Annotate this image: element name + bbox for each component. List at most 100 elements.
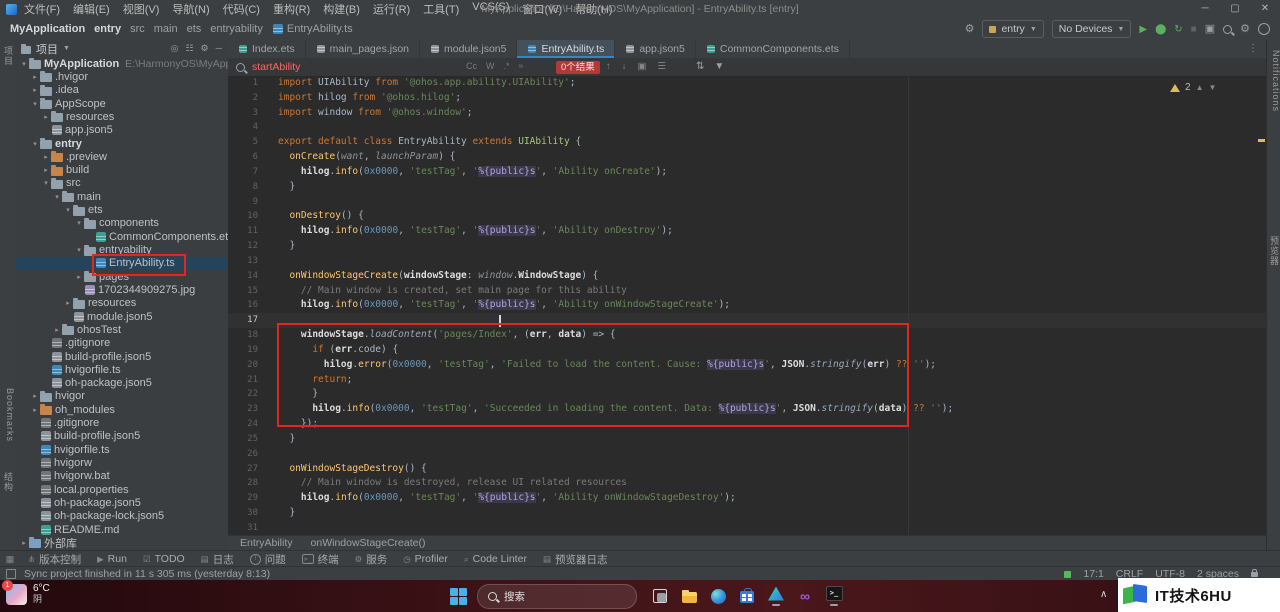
toolwindow-button-profiler[interactable]: ◷ Profiler bbox=[395, 553, 456, 565]
status-event-icon[interactable] bbox=[6, 569, 16, 579]
sort-icon[interactable]: ⇅ bbox=[696, 61, 704, 72]
panel-settings-gear-icon[interactable]: ⚙ bbox=[201, 43, 209, 54]
toolwindow-button-services[interactable]: ⚙ 服务 bbox=[347, 552, 396, 567]
locate-file-icon[interactable]: ◎ bbox=[171, 43, 179, 54]
caret-position[interactable]: 17:1 bbox=[1083, 568, 1103, 580]
tree-expand-arrow-icon[interactable]: ▾ bbox=[30, 100, 40, 108]
tree-item-module.json5[interactable]: module.json5 bbox=[15, 310, 228, 323]
code-view[interactable]: 1 import UIAbility from '@ohos.app.abilit… bbox=[228, 76, 1266, 536]
taskbar-app-terminal[interactable]: >_ bbox=[825, 583, 843, 609]
menu-item-E[interactable]: 编辑(E) bbox=[73, 1, 110, 17]
tree-expand-arrow-icon[interactable]: ▸ bbox=[41, 153, 51, 161]
tree-item-hvigorfile.ts[interactable]: hvigorfile.ts bbox=[15, 443, 228, 456]
tree-item-.idea[interactable]: ▸ .idea bbox=[15, 84, 228, 97]
inspections-widget[interactable]: 2 ▲ ▼ bbox=[1170, 82, 1216, 93]
account-avatar-icon[interactable] bbox=[1258, 23, 1270, 35]
code-line[interactable]: 7 hilog.info(0x0000, 'testTag', '%{publi… bbox=[228, 165, 1266, 180]
tree-item-src[interactable]: ▾ src bbox=[15, 177, 228, 190]
code-line[interactable]: 26 bbox=[228, 447, 1266, 462]
tree-item-build[interactable]: ▸ build bbox=[15, 164, 228, 177]
breadcrumb-EntryAbility.ts[interactable]: EntryAbility.ts bbox=[272, 23, 353, 35]
menu-item-B[interactable]: 构建(B) bbox=[323, 1, 360, 17]
tree-expand-arrow-icon[interactable]: ▸ bbox=[19, 539, 29, 547]
tree-expand-arrow-icon[interactable]: ▾ bbox=[41, 179, 51, 187]
taskbar-app-file-explorer[interactable] bbox=[680, 583, 698, 609]
tree-item-oh_modules[interactable]: ▸ oh_modules bbox=[15, 403, 228, 416]
tray-expand-chevron-icon[interactable]: ∧ bbox=[1100, 589, 1107, 600]
menu-item-N[interactable]: 导航(N) bbox=[172, 1, 209, 17]
sidebar-tab-project[interactable]: 项目 bbox=[0, 46, 15, 66]
minimize-button[interactable]: ─ bbox=[1190, 0, 1220, 18]
weather-widget[interactable]: 1 6°C 阴 bbox=[2, 579, 50, 605]
project-panel-title[interactable]: 项目 bbox=[36, 41, 58, 57]
code-line[interactable]: 10 onDestroy() { bbox=[228, 209, 1266, 224]
tree-item-resources[interactable]: ▸ resources bbox=[15, 110, 228, 123]
collapse-all-icon[interactable]: ☷ bbox=[185, 43, 193, 54]
sidebar-tab-previewer[interactable]: 预览器 bbox=[1267, 236, 1280, 266]
regex-icon[interactable]: .* bbox=[504, 61, 510, 71]
prev-warning-icon[interactable]: ▲ bbox=[1196, 83, 1204, 92]
tree-expand-arrow-icon[interactable]: ▾ bbox=[52, 193, 62, 201]
tree-expand-arrow-icon[interactable]: ▸ bbox=[30, 406, 40, 414]
tree-item-README.md[interactable]: README.md bbox=[15, 523, 228, 536]
code-line[interactable]: 19 if (err.code) { bbox=[228, 343, 1266, 358]
tree-expand-arrow-icon[interactable]: ▸ bbox=[41, 166, 51, 174]
tree-expand-arrow-icon[interactable]: ▾ bbox=[19, 60, 29, 68]
find-query[interactable]: startAbility bbox=[252, 61, 300, 73]
tree-item-oh-package.json5[interactable]: oh-package.json5 bbox=[15, 377, 228, 390]
tab-module.json5[interactable]: module.json5 bbox=[420, 40, 518, 58]
next-warning-icon[interactable]: ▼ bbox=[1208, 83, 1216, 92]
code-line[interactable]: 9 bbox=[228, 195, 1266, 210]
toolwindow-button-log[interactable]: ▤ 日志 bbox=[193, 552, 242, 567]
tree-item-hvigorw[interactable]: hvigorw bbox=[15, 456, 228, 469]
tree-item-.hvigor[interactable]: ▸ .hvigor bbox=[15, 70, 228, 83]
code-line[interactable]: 20 hilog.error(0x0000, 'testTag', 'Faile… bbox=[228, 358, 1266, 373]
start-button[interactable] bbox=[450, 587, 467, 605]
tree-item-hvigorfile.ts[interactable]: hvigorfile.ts bbox=[15, 363, 228, 376]
code-line[interactable]: 1 import UIAbility from '@ohos.app.abilit… bbox=[228, 76, 1266, 91]
code-line[interactable]: 4 bbox=[228, 120, 1266, 135]
tree-item-.gitignore[interactable]: .gitignore bbox=[15, 416, 228, 429]
match-case-icon[interactable]: Cc bbox=[466, 61, 477, 71]
next-occurrence-icon[interactable]: ↓ bbox=[622, 61, 627, 72]
code-line[interactable]: 6 onCreate(want, launchParam) { bbox=[228, 150, 1266, 165]
breadcrumb-MyApplication[interactable]: MyApplication bbox=[10, 23, 85, 35]
tree-item-1702344909275.jpg[interactable]: 1702344909275.jpg bbox=[15, 283, 228, 296]
taskbar-app-task-view[interactable] bbox=[651, 583, 669, 609]
code-line[interactable]: 5 export default class EntryAbility exten… bbox=[228, 135, 1266, 150]
highlight-icon[interactable]: ☰ bbox=[657, 61, 666, 72]
toolwindow-button-linter[interactable]: ⌕ Code Linter bbox=[456, 553, 535, 565]
editor-scrollbar[interactable] bbox=[1257, 76, 1266, 536]
tree-item-外部库[interactable]: ▸ 外部库 bbox=[15, 536, 228, 550]
tree-item-resources[interactable]: ▸ resources bbox=[15, 297, 228, 310]
tab-Index.ets[interactable]: Index.ets bbox=[228, 40, 306, 58]
toolwindow-button-previewer-log[interactable]: ▤ 预览器日志 bbox=[535, 552, 616, 567]
code-line[interactable]: 16 hilog.info(0x0000, 'testTag', '%{publ… bbox=[228, 298, 1266, 313]
breadcrumb-entry[interactable]: entry bbox=[94, 23, 121, 35]
coverage-run-button[interactable]: ↻ bbox=[1174, 24, 1182, 35]
tree-expand-arrow-icon[interactable]: ▸ bbox=[63, 299, 73, 307]
tree-item-main[interactable]: ▾ main bbox=[15, 190, 228, 203]
code-line[interactable]: 13 bbox=[228, 254, 1266, 269]
tree-item-entry[interactable]: ▾ entry bbox=[15, 137, 228, 150]
words-icon[interactable]: W bbox=[486, 61, 495, 71]
filter-mask-icon[interactable]: ≈ bbox=[519, 61, 524, 71]
device-select[interactable]: No Devices ▼ bbox=[1051, 20, 1132, 38]
tree-expand-arrow-icon[interactable]: ▸ bbox=[74, 273, 84, 281]
sidebar-tab-structure[interactable]: 结构 bbox=[0, 472, 15, 492]
run-button[interactable]: ▶ bbox=[1139, 24, 1147, 35]
tree-item-MyApplication[interactable]: ▾ MyApplication E:\HarmonyOS\MyApplication bbox=[15, 57, 228, 70]
tree-expand-arrow-icon[interactable]: ▸ bbox=[41, 113, 51, 121]
tree-item-local.properties[interactable]: local.properties bbox=[15, 483, 228, 496]
menu-item-F[interactable]: 文件(F) bbox=[24, 1, 60, 17]
maximize-button[interactable]: ▢ bbox=[1220, 0, 1250, 18]
sync-status-message[interactable]: Sync project finished in 11 s 305 ms (ye… bbox=[24, 568, 270, 580]
breadcrumb-ets[interactable]: ets bbox=[187, 23, 202, 35]
code-line[interactable]: 15 // Main window is created, set main p… bbox=[228, 284, 1266, 299]
tab-app.json5[interactable]: app.json5 bbox=[615, 40, 696, 58]
breadcrumb-main[interactable]: main bbox=[154, 23, 178, 35]
toolwindow-switcher-icon[interactable]: ▦ bbox=[0, 554, 20, 565]
code-line[interactable]: 25 } bbox=[228, 432, 1266, 447]
taskbar-app-edge[interactable] bbox=[709, 583, 727, 609]
tree-item-build-profile.json5[interactable]: build-profile.json5 bbox=[15, 350, 228, 363]
